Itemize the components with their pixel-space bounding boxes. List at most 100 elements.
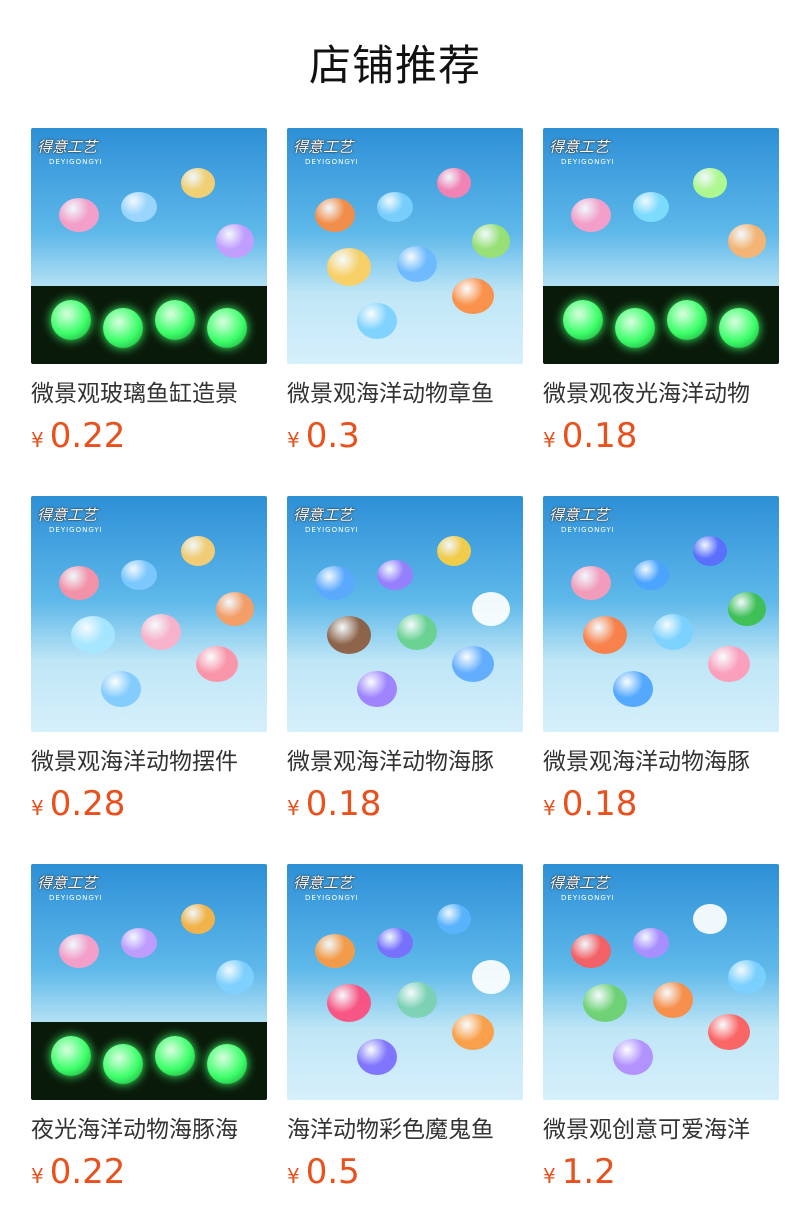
price-amount: 0.22 — [49, 416, 126, 456]
toy-figure — [315, 934, 355, 968]
product-card[interactable]: 得意工艺 DEYIGONGYI 微景观海洋动物章鱼 ¥0.3 — [287, 128, 523, 462]
glowing-figure — [667, 300, 707, 340]
toy-figure — [693, 536, 727, 566]
brand-logo: 得意工艺 — [293, 874, 354, 892]
product-image[interactable]: 得意工艺 DEYIGONGYI — [31, 496, 267, 732]
currency-symbol: ¥ — [543, 1164, 556, 1188]
toy-figure — [452, 1014, 494, 1050]
price-amount: 0.28 — [49, 784, 126, 824]
product-card[interactable]: 得意工艺 DEYIGONGYI 微景观海洋动物摆件 ¥0.28 — [31, 496, 267, 830]
toy-figure — [327, 984, 371, 1022]
product-card[interactable]: 得意工艺 DEYIGONGYI 微景观海洋动物海豚 ¥0.18 — [287, 496, 523, 830]
price-amount: 1.2 — [561, 1152, 616, 1192]
toy-figure — [437, 904, 471, 934]
glowing-figure — [51, 300, 91, 340]
toy-figure — [377, 192, 413, 222]
glowing-figure — [719, 308, 759, 348]
currency-symbol: ¥ — [543, 428, 556, 452]
product-card[interactable]: 得意工艺 DEYIGONGYI 夜光海洋动物海豚海 ¥0.22 — [31, 864, 267, 1198]
product-name[interactable]: 微景观玻璃鱼缸造景 — [31, 378, 267, 410]
product-price: ¥0.22 — [31, 416, 267, 462]
price-amount: 0.18 — [561, 416, 638, 456]
brand-logo: 得意工艺 — [293, 506, 354, 524]
toy-figure — [121, 928, 157, 958]
brand-logo-sub: DEYIGONGYI — [49, 526, 103, 534]
currency-symbol: ¥ — [31, 1164, 44, 1188]
product-price: ¥0.28 — [31, 784, 267, 830]
toy-figure — [357, 671, 397, 707]
currency-symbol: ¥ — [31, 796, 44, 820]
toy-figure — [59, 566, 99, 600]
brand-logo-sub: DEYIGONGYI — [561, 526, 615, 534]
toy-figure — [357, 303, 397, 339]
product-price: ¥0.3 — [287, 416, 523, 462]
product-price: ¥0.22 — [31, 1152, 267, 1198]
toy-figure — [571, 198, 611, 232]
brand-logo-sub: DEYIGONGYI — [49, 158, 103, 166]
product-name[interactable]: 微景观海洋动物摆件 — [31, 746, 267, 778]
product-image[interactable]: 得意工艺 DEYIGONGYI — [287, 496, 523, 732]
toy-figure — [583, 616, 627, 654]
price-amount: 0.18 — [305, 784, 382, 824]
toy-figure — [397, 614, 437, 650]
product-name[interactable]: 夜光海洋动物海豚海 — [31, 1114, 267, 1146]
currency-symbol: ¥ — [543, 796, 556, 820]
toy-figure — [437, 168, 471, 198]
toy-figure — [327, 616, 371, 654]
product-card[interactable]: 得意工艺 DEYIGONGYI 微景观创意可爱海洋 ¥1.2 — [543, 864, 779, 1198]
brand-logo: 得意工艺 — [37, 138, 98, 156]
recommend-page: 店铺推荐 得意工艺 DEYIGONGYI 微景观玻璃鱼缸造景 ¥0.22 得意工艺 DEY… — [0, 0, 790, 1232]
brand-logo-sub: DEYIGONGYI — [561, 894, 615, 902]
product-name[interactable]: 微景观海洋动物海豚 — [543, 746, 779, 778]
currency-symbol: ¥ — [31, 428, 44, 452]
toy-figure — [452, 278, 494, 314]
product-card[interactable]: 得意工艺 DEYIGONGYI 微景观夜光海洋动物 ¥0.18 — [543, 128, 779, 462]
currency-symbol: ¥ — [287, 428, 300, 452]
product-name[interactable]: 微景观夜光海洋动物 — [543, 378, 779, 410]
product-image[interactable]: 得意工艺 DEYIGONGYI — [543, 128, 779, 364]
brand-logo: 得意工艺 — [37, 506, 98, 524]
brand-logo: 得意工艺 — [293, 138, 354, 156]
toy-figure — [728, 592, 766, 626]
glowing-figure — [51, 1036, 91, 1076]
product-card[interactable]: 得意工艺 DEYIGONGYI 微景观玻璃鱼缸造景 ¥0.22 — [31, 128, 267, 462]
product-name[interactable]: 微景观海洋动物海豚 — [287, 746, 523, 778]
product-card[interactable]: 得意工艺 DEYIGONGYI 微景观海洋动物海豚 ¥0.18 — [543, 496, 779, 830]
product-image[interactable]: 得意工艺 DEYIGONGYI — [543, 864, 779, 1100]
product-card[interactable]: 得意工艺 DEYIGONGYI 海洋动物彩色魔鬼鱼 ¥0.5 — [287, 864, 523, 1198]
brand-logo-sub: DEYIGONGYI — [49, 894, 103, 902]
toy-figure — [377, 928, 413, 958]
product-name[interactable]: 微景观海洋动物章鱼 — [287, 378, 523, 410]
product-image[interactable]: 得意工艺 DEYIGONGYI — [543, 496, 779, 732]
toy-figure — [121, 192, 157, 222]
product-image[interactable]: 得意工艺 DEYIGONGYI — [287, 864, 523, 1100]
toy-figure — [613, 671, 653, 707]
brand-logo: 得意工艺 — [549, 874, 610, 892]
brand-logo: 得意工艺 — [549, 506, 610, 524]
toy-figure — [708, 646, 750, 682]
brand-logo-sub: DEYIGONGYI — [305, 894, 359, 902]
toy-figure — [472, 224, 510, 258]
currency-symbol: ¥ — [287, 1164, 300, 1188]
product-price: ¥0.18 — [543, 416, 779, 462]
brand-logo: 得意工艺 — [37, 874, 98, 892]
toy-figure — [472, 592, 510, 626]
product-name[interactable]: 海洋动物彩色魔鬼鱼 — [287, 1114, 523, 1146]
product-image[interactable]: 得意工艺 DEYIGONGYI — [31, 128, 267, 364]
glowing-figure — [103, 308, 143, 348]
product-price: ¥0.18 — [543, 784, 779, 830]
product-image[interactable]: 得意工艺 DEYIGONGYI — [287, 128, 523, 364]
product-name[interactable]: 微景观创意可爱海洋 — [543, 1114, 779, 1146]
brand-logo-sub: DEYIGONGYI — [561, 158, 615, 166]
product-image[interactable]: 得意工艺 DEYIGONGYI — [31, 864, 267, 1100]
price-amount: 0.3 — [305, 416, 360, 456]
toy-figure — [437, 536, 471, 566]
toy-figure — [708, 1014, 750, 1050]
toy-figure — [59, 934, 99, 968]
toy-figure — [141, 614, 181, 650]
toy-figure — [472, 960, 510, 994]
page-title: 店铺推荐 — [308, 41, 481, 90]
price-amount: 0.5 — [305, 1152, 360, 1192]
toy-figure — [181, 536, 215, 566]
toy-figure — [728, 960, 766, 994]
